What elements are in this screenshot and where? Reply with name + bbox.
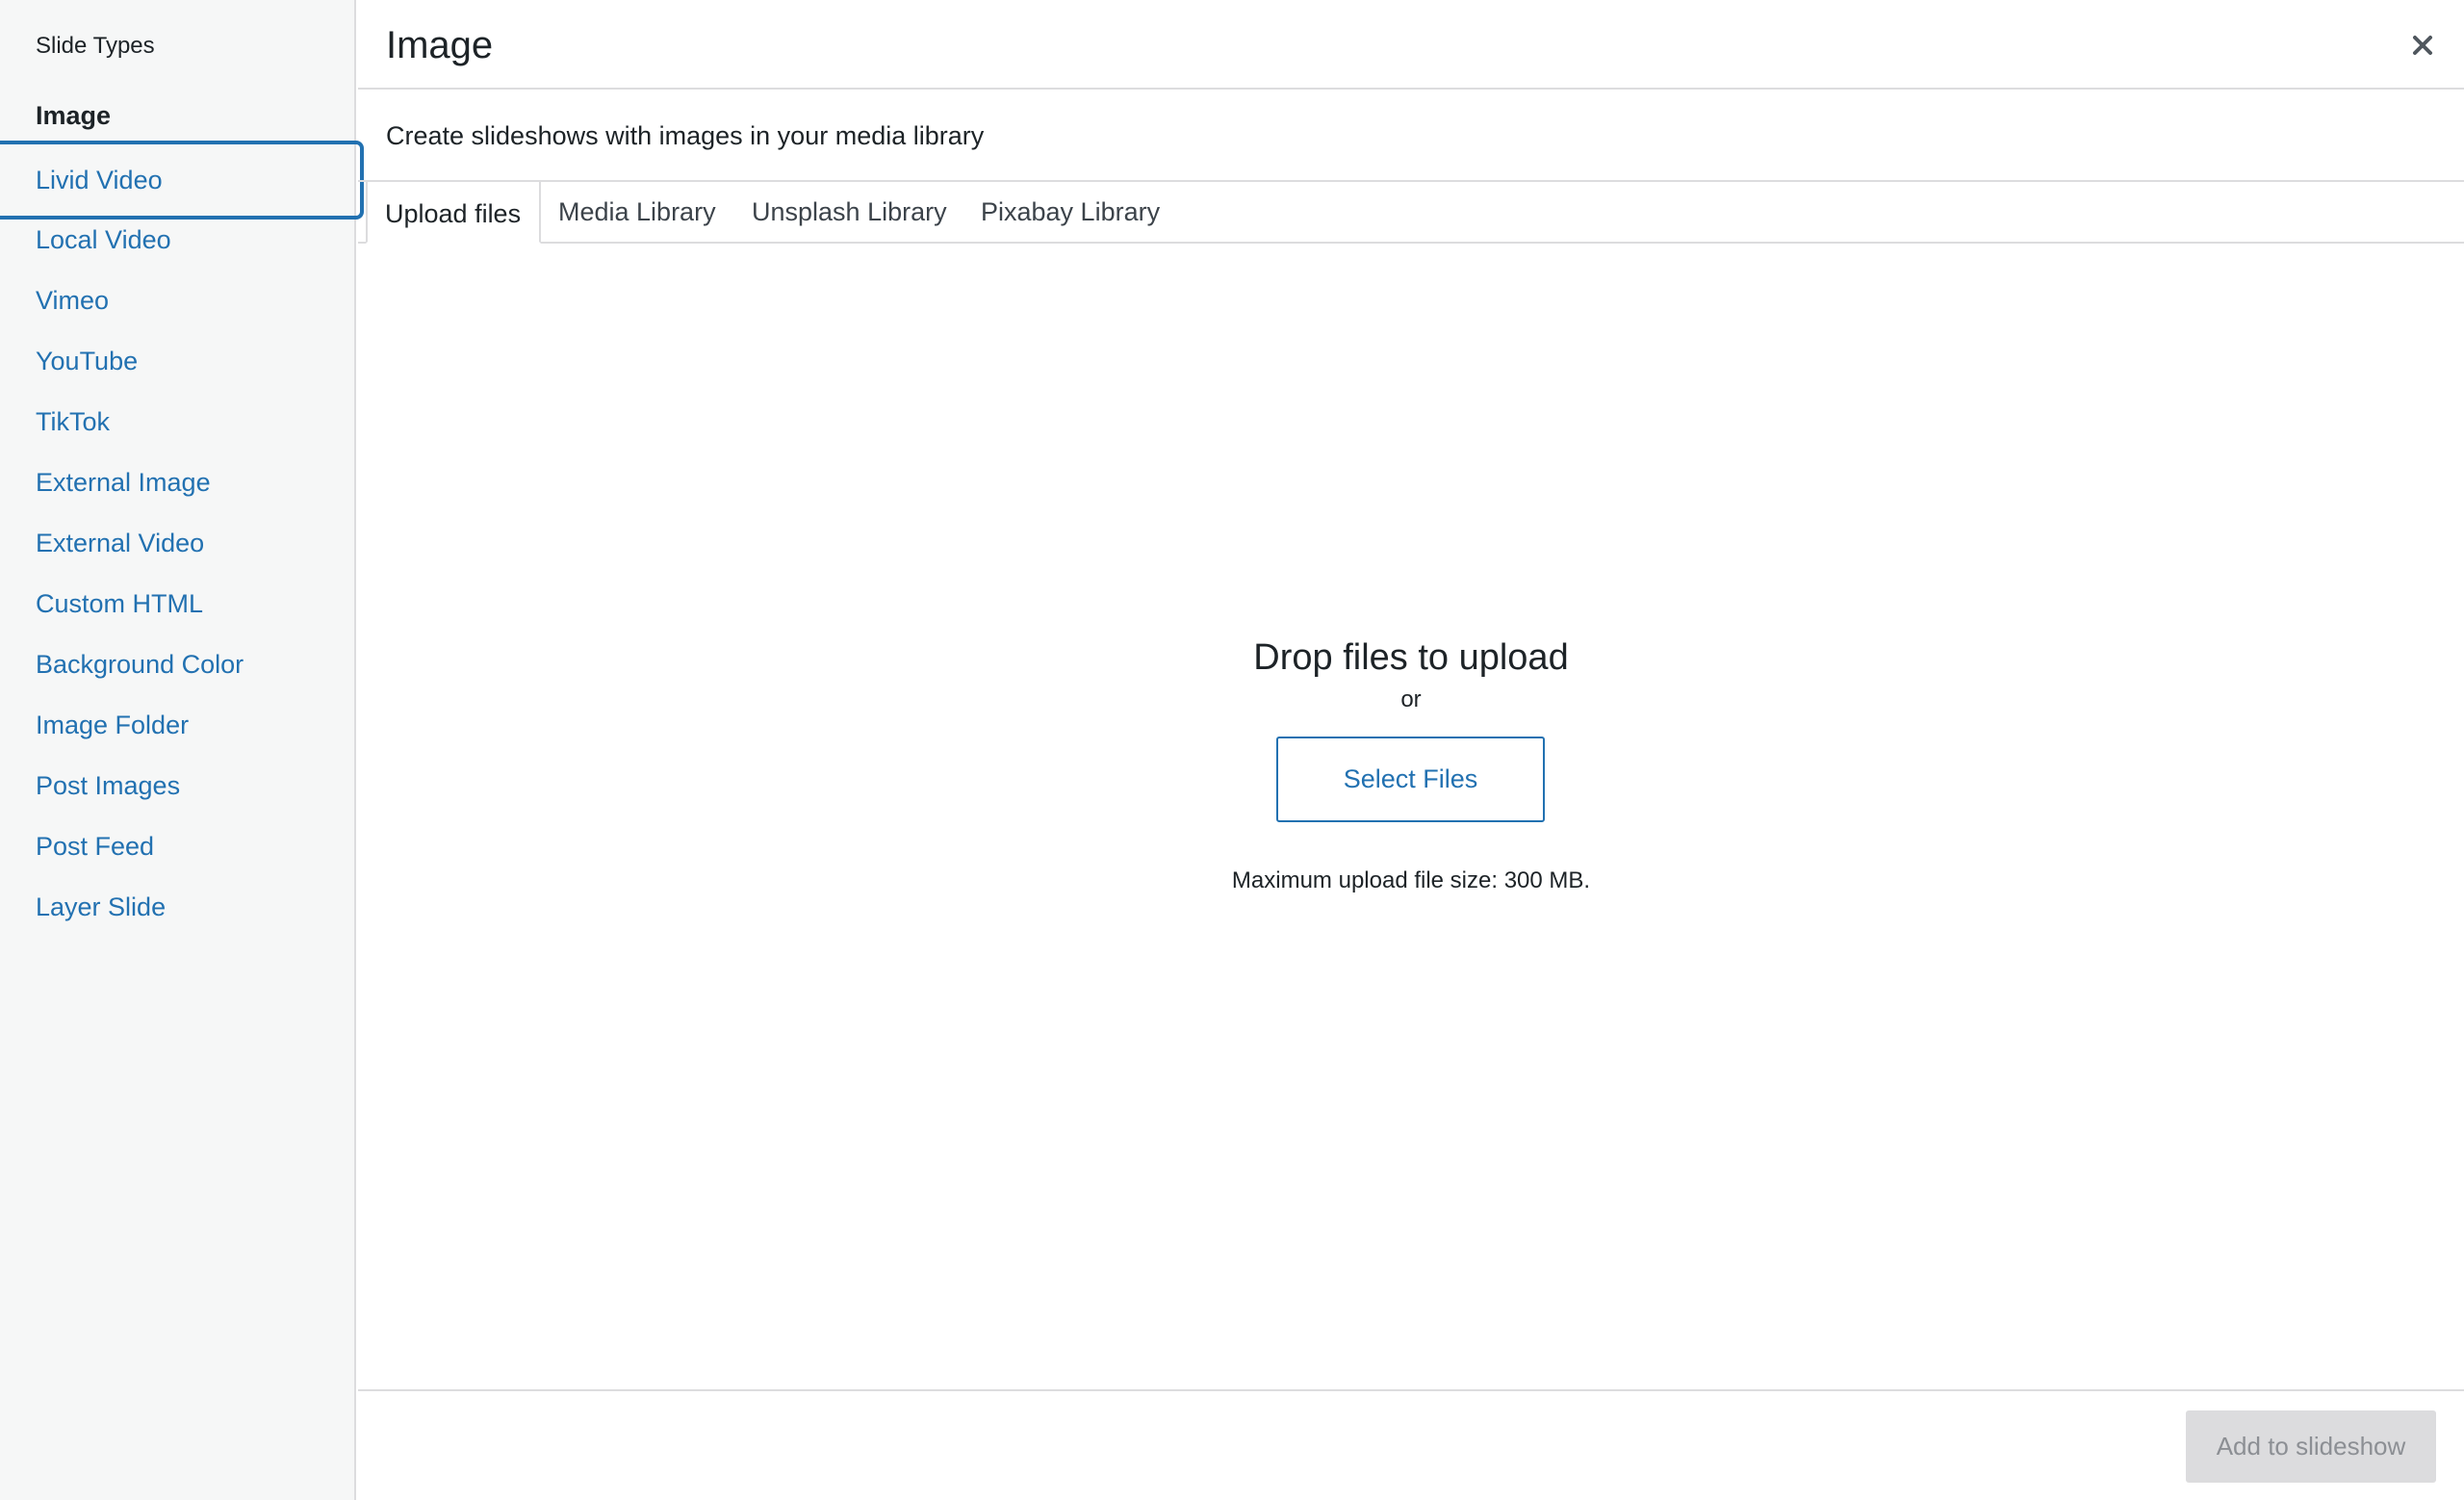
slide-type-modal: Slide Types Image Livid Video Local Vide…	[0, 0, 2464, 1500]
title-bar: Image	[358, 0, 2464, 90]
sidebar-item-post-images[interactable]: Post Images	[0, 756, 356, 816]
sidebar-item-tiktok[interactable]: TikTok	[0, 392, 356, 453]
sidebar: Slide Types Image Livid Video Local Vide…	[0, 0, 364, 1500]
page-title: Image	[386, 24, 494, 66]
sidebar-item-local-video[interactable]: Local Video	[0, 210, 356, 271]
media-tabs: Upload files Media Library Unsplash Libr…	[358, 180, 2464, 244]
sidebar-item-image[interactable]: Image	[0, 86, 356, 146]
upload-drop-zone[interactable]: Drop files to upload or Select Files Max…	[358, 246, 2464, 1389]
max-upload-size: Maximum upload file size: 300 MB.	[1231, 867, 1591, 893]
sidebar-item-vimeo[interactable]: Vimeo	[0, 271, 356, 331]
tab-media-library[interactable]: Media Library	[558, 180, 716, 244]
tab-pixabay-library[interactable]: Pixabay Library	[981, 180, 1160, 244]
add-to-slideshow-button[interactable]: Add to slideshow	[2186, 1410, 2436, 1483]
sidebar-item-external-image[interactable]: External Image	[0, 453, 356, 513]
close-icon	[2413, 36, 2432, 55]
sidebar-item-livid-video[interactable]: Livid Video	[0, 141, 364, 220]
sidebar-heading: Slide Types	[36, 33, 155, 59]
modal-footer: Add to slideshow	[358, 1389, 2464, 1500]
sidebar-item-image-folder[interactable]: Image Folder	[0, 695, 356, 756]
tab-unsplash-library[interactable]: Unsplash Library	[752, 180, 947, 244]
select-files-button[interactable]: Select Files	[1276, 737, 1545, 822]
sidebar-item-youtube[interactable]: YouTube	[0, 331, 356, 392]
sidebar-item-custom-html[interactable]: Custom HTML	[0, 574, 356, 634]
main-panel: Image Create slideshows with images in y…	[358, 0, 2464, 1500]
slide-type-description: Create slideshows with images in your me…	[386, 121, 985, 150]
drop-files-title: Drop files to upload	[1253, 637, 1569, 678]
sidebar-item-post-feed[interactable]: Post Feed	[0, 816, 356, 877]
sidebar-item-external-video[interactable]: External Video	[0, 513, 356, 574]
tab-upload-files[interactable]: Upload files	[366, 180, 542, 244]
sidebar-item-background-color[interactable]: Background Color	[0, 634, 356, 695]
close-button[interactable]	[2400, 23, 2445, 67]
drop-or-text: or	[1400, 686, 1422, 712]
sidebar-item-layer-slide[interactable]: Layer Slide	[0, 877, 356, 938]
